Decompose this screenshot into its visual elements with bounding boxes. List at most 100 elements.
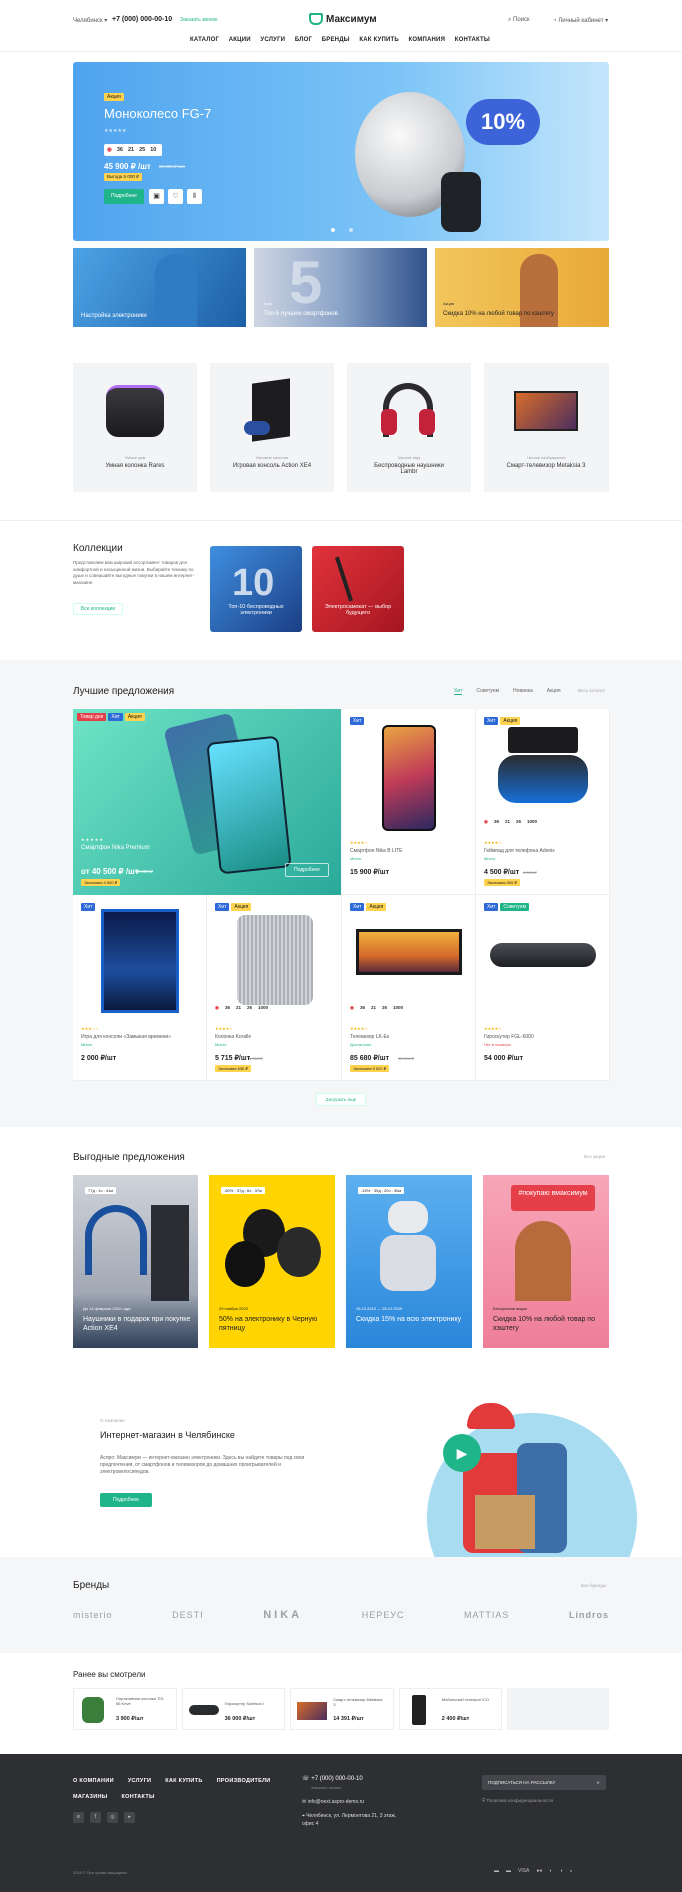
footer-link-services[interactable]: УСЛУГИ	[128, 1778, 151, 1784]
city-label[interactable]: Челябинск	[73, 18, 103, 24]
viewed-item[interactable]: Смарт-телевизор Metaksia 3 14 391 ₽/шт	[290, 1688, 394, 1730]
tab-hit[interactable]: Хит	[454, 688, 463, 695]
hero-more-button[interactable]: Подробнее	[104, 189, 144, 204]
nav-company[interactable]: КОМПАНИЯ	[409, 37, 446, 43]
viewed-item[interactable]: Мобильный телефон ICO 2 400 ₽/шт	[398, 1688, 503, 1730]
footer-phone[interactable]: ☏ +7 (000) 000-00-10	[302, 1775, 363, 1782]
product-name[interactable]: Смартфон Nika B LITE	[350, 848, 403, 854]
brand-mattias[interactable]: MATTIAS	[464, 1610, 509, 1620]
facebook-icon[interactable]: f	[90, 1812, 101, 1823]
nav-contacts[interactable]: КОНТАКТЫ	[455, 37, 490, 43]
header-phone[interactable]: +7 (000) 000-00-10	[112, 16, 172, 23]
sale-card-1[interactable]: 77д : 1ч : 41м До 14 февраля 2020 года Н…	[73, 1175, 198, 1348]
product-timer: ◉ 36 21 26 1000	[484, 819, 537, 825]
search-button[interactable]: ⌕ Поиск	[508, 17, 530, 24]
product-card[interactable]: Хит Советуем ★★★★☆ Гироскутер FGL-6000 Н…	[476, 895, 610, 1081]
sale-card-3[interactable]: -15% · 39д : 20ч : 30м 15.10.2019 — 25.1…	[346, 1175, 472, 1348]
footer-link-contacts[interactable]: КОНТАКТЫ	[121, 1794, 154, 1800]
product-name[interactable]: Игровая консоль Action XE4	[232, 463, 312, 469]
hero-slider[interactable]: Акция Моноколесо FG-7 ★★★★★ ◉ 36 21 25 1…	[73, 62, 609, 241]
viewed-list: Портативная колонка TIS-56 Keve 3 900 ₽/…	[73, 1688, 609, 1730]
nav-catalog[interactable]: КАТАЛОГ	[190, 37, 219, 43]
all-collections-button[interactable]: Все коллекции	[73, 603, 123, 615]
footer-email[interactable]: ✉ info@next.aspro-demo.ru	[302, 1799, 364, 1805]
footer-link-manufacturers[interactable]: ПРОИЗВОДИТЕЛИ	[217, 1778, 271, 1784]
collection-1[interactable]: 10 Топ-10 беспроводных электроники	[210, 546, 302, 632]
product-card[interactable]: Хит Акция ◉ 36 21 26 1000 ★★★★☆ Колонка Kora…	[207, 895, 342, 1081]
all-brands-link[interactable]: Все бренды	[581, 1583, 606, 1588]
brand-misterio[interactable]: misterio	[73, 1610, 113, 1620]
product-name[interactable]: Смарт-телевизор Metaksia 3	[496, 463, 596, 469]
nav-blog[interactable]: БЛОГ	[295, 37, 312, 43]
brand-nika[interactable]: NIKA	[263, 1609, 302, 1621]
product-name[interactable]: Геймпад для телефона Adonis	[484, 848, 555, 854]
brand-lindros[interactable]: Lindros	[569, 1610, 609, 1620]
banner-1[interactable]: Настройка электроники	[73, 248, 246, 327]
logo-text[interactable]: Максимум	[326, 14, 377, 25]
hero-compare-button[interactable]: ⫴	[187, 189, 202, 204]
slider-dot-1[interactable]	[331, 228, 335, 232]
tab-recommend[interactable]: Советуем	[476, 688, 499, 695]
timer-minutes: 25	[139, 147, 146, 153]
tab-sale[interactable]: Акция	[547, 688, 561, 695]
product-card[interactable]: Хит ★★★★☆ Смартфон Nika B LITE Много 15 …	[342, 709, 476, 895]
about-more-button[interactable]: Подробнее	[100, 1493, 152, 1507]
viewed-item[interactable]: Гироскутер Sotelson I 36 000 ₽/шт	[181, 1688, 286, 1730]
viewed-image	[82, 1697, 104, 1723]
collections-text: Представляем вам широкий ассортимент тов…	[73, 560, 195, 585]
featured-product[interactable]: Товар дня Хит Акция ★★★★★ Смартфон Nika …	[73, 709, 341, 895]
nav-services[interactable]: УСЛУГИ	[260, 37, 285, 43]
brand-desti[interactable]: DESTI	[172, 1610, 204, 1620]
featured-more-button[interactable]: Подробнее	[285, 863, 329, 877]
nav-sales[interactable]: АКЦИИ	[229, 37, 251, 43]
callback-link[interactable]: Заказать звонок	[180, 17, 217, 23]
vk-icon[interactable]: в	[73, 1812, 84, 1823]
top-product-1[interactable]: Умные дом Умная колонка Rares	[73, 363, 197, 492]
nav-how-to-buy[interactable]: КАК КУПИТЬ	[359, 37, 398, 43]
youtube-icon[interactable]: ▸	[124, 1812, 135, 1823]
load-more-button[interactable]: Загрузить еще	[316, 1093, 366, 1106]
sale-card-2[interactable]: -50% · 37д : 6ч : 37м 29 ноября 2020 50%…	[209, 1175, 335, 1348]
banner-3[interactable]: Акция Скидка 10% на любой товар по кэште…	[435, 248, 609, 327]
collection-2[interactable]: Электросамокат — выбор будущего	[312, 546, 404, 632]
footer-link-how-to-buy[interactable]: КАК КУПИТЬ	[165, 1778, 202, 1784]
hero-favorite-button[interactable]: ♡	[168, 189, 183, 204]
footer-link-stores[interactable]: МАГАЗИНЫ	[73, 1794, 107, 1800]
top-header: Челябинск ▾ +7 (000) 000-00-10 Заказать …	[0, 0, 682, 52]
product-name[interactable]: Телевизор LK-Ек	[350, 1034, 389, 1040]
viewed-price: 2 400 ₽/шт	[441, 1716, 470, 1722]
slider-dot-2[interactable]	[349, 228, 353, 232]
footer-link-company[interactable]: О КОМПАНИИ	[73, 1778, 114, 1784]
viewed-item[interactable]: Портативная колонка TIS-56 Keve 3 900 ₽/…	[73, 1688, 177, 1730]
play-video-button[interactable]: ▶	[443, 1434, 481, 1472]
city-selector[interactable]: Челябинск ▾	[73, 17, 107, 24]
product-name[interactable]: Беспроводные наушники Lambr	[371, 463, 447, 475]
product-category: Частый звук	[397, 455, 421, 460]
instagram-icon[interactable]: ◎	[107, 1812, 118, 1823]
hero-title[interactable]: Моноколесо FG-7	[104, 106, 211, 121]
timer-hours: 21	[127, 147, 135, 153]
product-name[interactable]: Умная колонка Rares	[93, 463, 177, 469]
product-card[interactable]: Хит ★★★☆☆ Игра для консоли «Замыкая врем…	[73, 895, 207, 1081]
product-name[interactable]: Игра для консоли «Замыкая времени»	[81, 1034, 171, 1040]
privacy-link[interactable]: ⛨ Политика конфиденциальности	[482, 1798, 553, 1803]
tab-new[interactable]: Новинка	[513, 688, 533, 695]
top-product-3[interactable]: Частый звук Беспроводные наушники Lambr	[347, 363, 471, 492]
top-product-4[interactable]: Четкое изображение Смарт-телевизор Metak…	[484, 363, 609, 492]
tag-hit: Хит	[350, 903, 365, 911]
product-card[interactable]: Хит Акция ◉ 36 21 26 1000 ★★★★☆ Геймпад для …	[476, 709, 610, 895]
all-sales-link[interactable]: Все акции	[584, 1154, 605, 1159]
product-card[interactable]: Хит Акция ◉ 36 21 26 1000 ★★★★☆ Телевизор LK…	[342, 895, 476, 1081]
nav-brands[interactable]: БРЕНДЫ	[322, 37, 350, 43]
banner-2[interactable]: 5 Блог Топ-5 лучших смартфонов	[254, 248, 427, 327]
subscribe-button[interactable]: ПОДПИСАТЬСЯ НА РАССЫЛКУ ➤	[482, 1775, 606, 1790]
account-link[interactable]: ◔ Личный кабинет ▾	[553, 17, 608, 24]
hero-cart-button[interactable]: ▣	[149, 189, 164, 204]
brand-nereus[interactable]: НЕРЕУС	[362, 1610, 405, 1620]
product-name[interactable]: Колонка Koralle	[215, 1034, 251, 1040]
all-catalog-link[interactable]: Весь каталог	[578, 688, 605, 693]
sale-card-4[interactable]: #покупаю вмаксимум Бессрочная акция Скид…	[483, 1175, 609, 1348]
product-name[interactable]: Гироскутер FGL-6000	[484, 1034, 534, 1040]
top-product-2[interactable]: Игровые консоли Игровая консоль Action X…	[210, 363, 334, 492]
footer-callback[interactable]: Заказать звонок	[311, 1785, 341, 1790]
